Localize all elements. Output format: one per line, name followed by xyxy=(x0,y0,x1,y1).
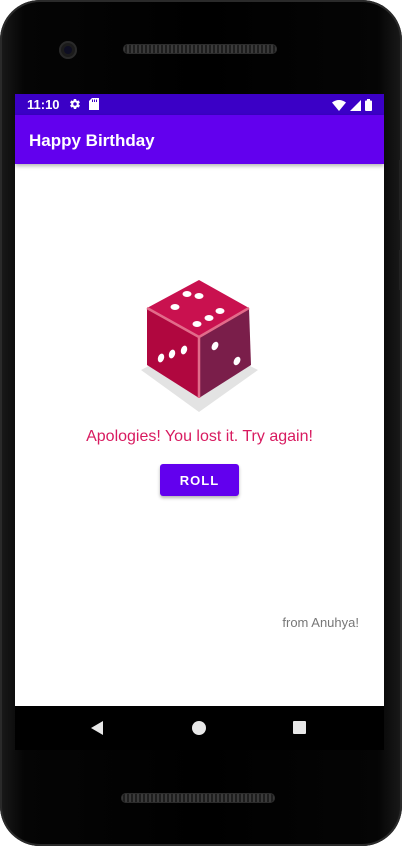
app-bar: Happy Birthday xyxy=(15,115,384,164)
status-time: 11:10 xyxy=(27,97,60,112)
sd-card-icon xyxy=(89,97,99,115)
dice-icon xyxy=(139,280,261,414)
battery-icon xyxy=(365,98,372,116)
gear-icon xyxy=(69,97,81,115)
wifi-icon xyxy=(332,98,346,116)
app-title: Happy Birthday xyxy=(29,131,155,150)
bottom-speaker xyxy=(121,793,275,803)
cell-signal-icon xyxy=(350,98,361,116)
recents-icon[interactable] xyxy=(293,721,306,734)
roll-button[interactable]: ROLL xyxy=(160,464,239,496)
status-bar: 11:10 xyxy=(15,94,384,115)
signature-text: from Anuhya! xyxy=(282,615,359,630)
back-icon[interactable] xyxy=(90,720,104,741)
home-icon[interactable] xyxy=(192,721,206,735)
screen: 11:10 Happy Birthday Apologies! You lost… xyxy=(15,94,384,706)
top-speaker xyxy=(123,44,277,54)
navigation-bar xyxy=(15,706,384,750)
result-text: Apologies! You lost it. Try again! xyxy=(86,428,313,445)
front-camera xyxy=(59,41,77,59)
